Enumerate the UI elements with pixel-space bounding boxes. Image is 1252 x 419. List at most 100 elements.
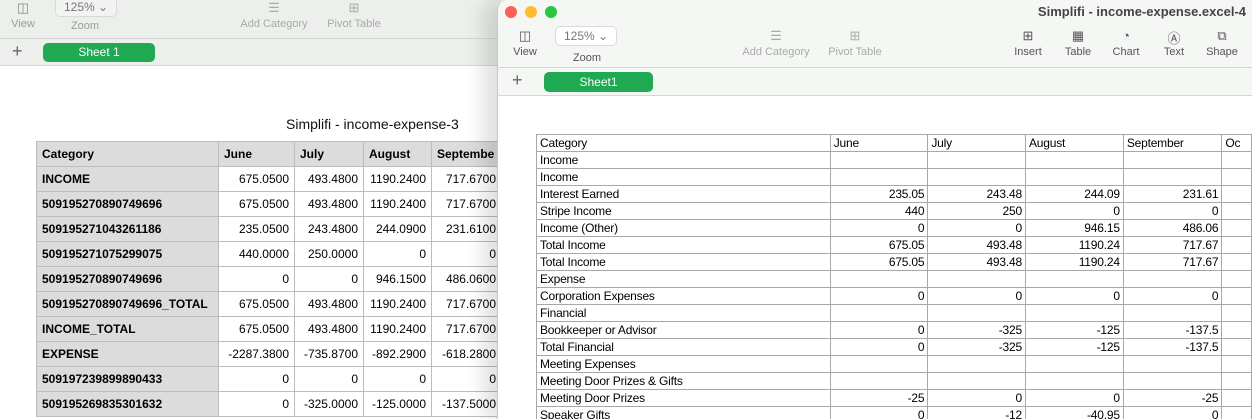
column-header[interactable]: Septembe xyxy=(431,141,502,167)
pivot-table-button[interactable]: ⊞ Pivot Table xyxy=(824,28,886,58)
value-cell[interactable] xyxy=(1221,168,1252,186)
value-cell[interactable] xyxy=(1221,304,1252,322)
value-cell[interactable]: -125 xyxy=(1024,321,1124,339)
tab-sheet1[interactable]: Sheet1 xyxy=(544,72,653,92)
category-cell[interactable]: Meeting Door Prizes & Gifts xyxy=(536,372,831,390)
value-cell[interactable] xyxy=(1221,372,1252,390)
value-cell[interactable]: 675.0500 xyxy=(218,316,295,342)
value-cell[interactable]: 0 xyxy=(363,366,432,392)
value-cell[interactable]: 1190.2400 xyxy=(363,291,432,317)
value-cell[interactable]: -12 xyxy=(927,406,1026,419)
value-cell[interactable]: 250.0000 xyxy=(294,241,364,267)
value-cell[interactable] xyxy=(829,304,929,322)
zoom-select[interactable]: 125% ⌄ xyxy=(555,26,618,46)
value-cell[interactable]: 717.67 xyxy=(1122,253,1223,271)
value-cell[interactable]: 493.48 xyxy=(927,236,1026,254)
column-header[interactable]: Category xyxy=(536,134,831,152)
category-cell[interactable]: Total Financial xyxy=(536,338,831,356)
value-cell[interactable]: 440 xyxy=(829,202,929,220)
value-cell[interactable]: -137.5 xyxy=(1122,321,1223,339)
value-cell[interactable] xyxy=(829,168,929,186)
value-cell[interactable]: 0 xyxy=(927,389,1026,407)
value-cell[interactable] xyxy=(1122,355,1223,373)
value-cell[interactable]: -137.5 xyxy=(1122,338,1223,356)
value-cell[interactable] xyxy=(829,270,929,288)
value-cell[interactable]: 231.61 xyxy=(1122,185,1223,203)
value-cell[interactable]: 1190.24 xyxy=(1024,236,1124,254)
value-cell[interactable] xyxy=(1221,219,1252,237)
value-cell[interactable]: 0 xyxy=(1024,389,1124,407)
value-cell[interactable]: 493.48 xyxy=(927,253,1026,271)
value-cell[interactable]: 250 xyxy=(927,202,1026,220)
value-cell[interactable]: 0 xyxy=(829,287,929,305)
value-cell[interactable]: 0 xyxy=(431,241,502,267)
value-cell[interactable] xyxy=(829,355,929,373)
column-header[interactable]: September xyxy=(1122,134,1223,152)
shape-button[interactable]: ⧉ Shape xyxy=(1202,28,1242,58)
value-cell[interactable] xyxy=(1122,168,1223,186)
value-cell[interactable]: 1190.2400 xyxy=(363,316,432,342)
category-cell[interactable]: 509195271075299075 xyxy=(36,241,219,267)
value-cell[interactable]: 493.4800 xyxy=(294,291,364,317)
category-cell[interactable]: Expense xyxy=(536,270,831,288)
column-header[interactable]: June xyxy=(218,141,295,167)
value-cell[interactable] xyxy=(927,151,1026,169)
value-cell[interactable] xyxy=(1024,372,1124,390)
value-cell[interactable]: 0 xyxy=(294,366,364,392)
category-cell[interactable]: 509195270890749696 xyxy=(36,266,219,292)
value-cell[interactable]: -125 xyxy=(1024,338,1124,356)
column-header[interactable]: July xyxy=(927,134,1026,152)
value-cell[interactable]: 0 xyxy=(1122,287,1223,305)
column-header[interactable]: August xyxy=(1024,134,1124,152)
value-cell[interactable] xyxy=(1221,185,1252,203)
value-cell[interactable]: -325 xyxy=(927,338,1026,356)
value-cell[interactable]: -2287.3800 xyxy=(218,341,295,367)
value-cell[interactable]: 1190.2400 xyxy=(363,191,432,217)
value-cell[interactable]: 243.48 xyxy=(927,185,1026,203)
value-cell[interactable] xyxy=(1122,304,1223,322)
category-cell[interactable]: 509195270890749696 xyxy=(36,191,219,217)
value-cell[interactable]: 493.4800 xyxy=(294,166,364,192)
value-cell[interactable]: 1190.2400 xyxy=(363,166,432,192)
value-cell[interactable] xyxy=(1122,372,1223,390)
value-cell[interactable] xyxy=(1221,236,1252,254)
category-cell[interactable]: EXPENSE xyxy=(36,341,219,367)
value-cell[interactable] xyxy=(927,168,1026,186)
value-cell[interactable] xyxy=(1024,151,1124,169)
value-cell[interactable]: 493.4800 xyxy=(294,316,364,342)
category-cell[interactable]: 509195270890749696_TOTAL xyxy=(36,291,219,317)
value-cell[interactable]: 244.09 xyxy=(1024,185,1124,203)
table-button[interactable]: ▦ Table xyxy=(1060,28,1096,58)
value-cell[interactable]: 946.15 xyxy=(1024,219,1124,237)
value-cell[interactable]: 675.0500 xyxy=(218,166,295,192)
value-cell[interactable]: 235.05 xyxy=(829,185,929,203)
value-cell[interactable]: 675.05 xyxy=(829,253,929,271)
value-cell[interactable] xyxy=(1221,253,1252,271)
value-cell[interactable] xyxy=(1221,321,1252,339)
insert-button[interactable]: ⊞ Insert xyxy=(1010,28,1046,58)
value-cell[interactable]: 717.6700 xyxy=(431,166,502,192)
value-cell[interactable]: 244.0900 xyxy=(363,216,432,242)
value-cell[interactable]: 0 xyxy=(927,287,1026,305)
view-button[interactable]: ◫ View xyxy=(8,0,38,30)
value-cell[interactable]: 0 xyxy=(363,241,432,267)
category-cell[interactable]: Total Income xyxy=(536,253,831,271)
value-cell[interactable] xyxy=(1024,304,1124,322)
category-cell[interactable]: Meeting Expenses xyxy=(536,355,831,373)
column-header[interactable]: June xyxy=(829,134,929,152)
category-cell[interactable]: Income xyxy=(536,151,831,169)
value-cell[interactable]: -735.8700 xyxy=(294,341,364,367)
value-cell[interactable]: 0 xyxy=(829,219,929,237)
value-cell[interactable] xyxy=(829,151,929,169)
value-cell[interactable]: 440.0000 xyxy=(218,241,295,267)
value-cell[interactable]: 486.0600 xyxy=(431,266,502,292)
value-cell[interactable] xyxy=(829,372,929,390)
value-cell[interactable]: -137.5000 xyxy=(431,391,502,417)
category-cell[interactable]: Interest Earned xyxy=(536,185,831,203)
value-cell[interactable]: 946.1500 xyxy=(363,266,432,292)
minimize-button[interactable] xyxy=(525,6,537,18)
category-cell[interactable]: INCOME xyxy=(36,166,219,192)
add-category-button[interactable]: ☰ Add Category xyxy=(236,0,312,30)
value-cell[interactable]: 0 xyxy=(829,406,929,419)
tab-sheet-1[interactable]: Sheet 1 xyxy=(43,43,155,62)
